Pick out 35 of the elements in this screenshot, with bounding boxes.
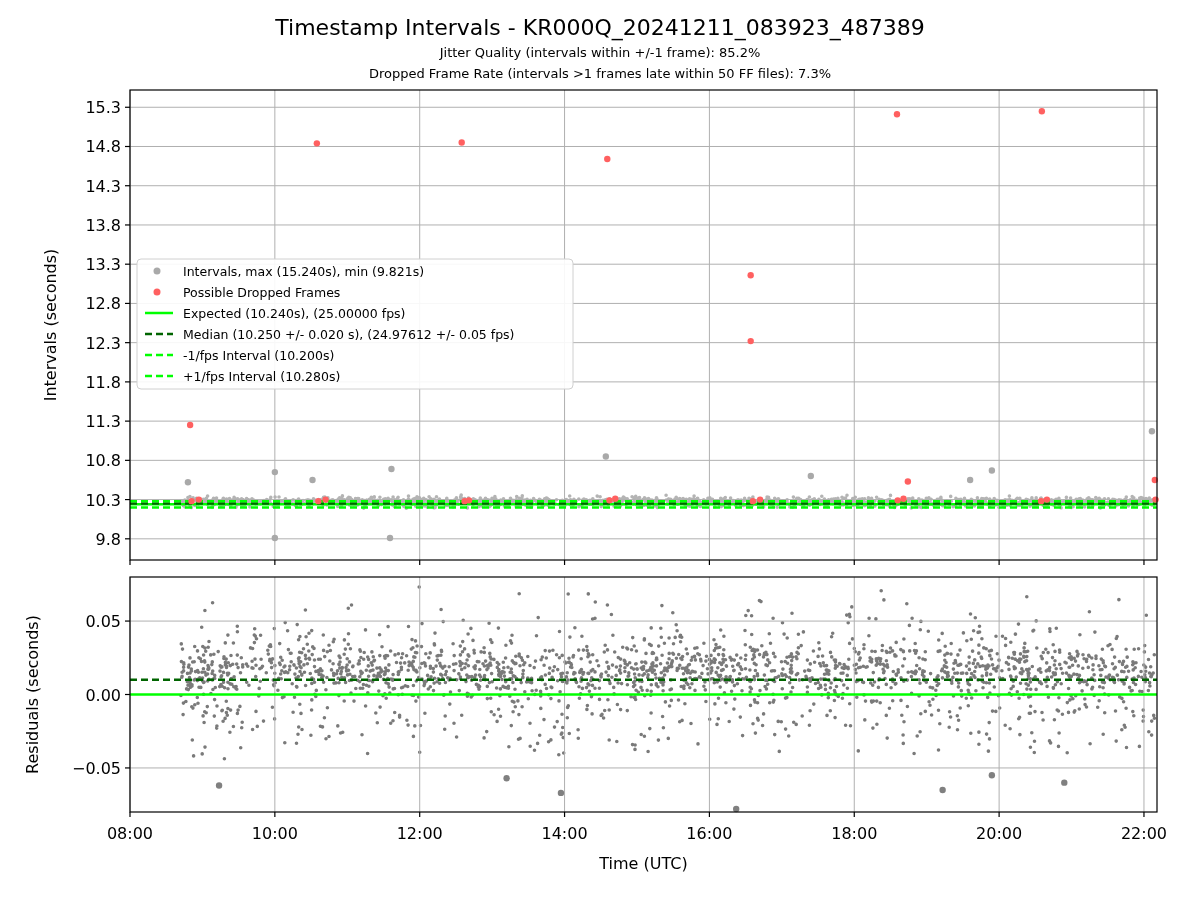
- y-axis-label: Residuals (seconds): [23, 615, 42, 774]
- y-tick-label: 11.3: [85, 412, 121, 432]
- y-tick-label: 13.3: [85, 255, 121, 275]
- y-tick-label: 9.8: [95, 529, 121, 549]
- y-tick-label: 12.3: [85, 333, 121, 353]
- legend-label: Expected (10.240s), (25.00000 fps): [183, 305, 406, 321]
- y-tick-label: 0.00: [85, 685, 121, 705]
- y-tick-label: 10.3: [85, 490, 121, 510]
- x-tick-label: 16:00: [686, 824, 733, 843]
- x-tick-label: 08:00: [106, 824, 154, 843]
- y-tick-label: 14.8: [85, 137, 121, 157]
- legend-label: Intervals, max (15.240s), min (9.821s): [183, 263, 425, 279]
- x-tick-label: 22:00: [1120, 824, 1167, 843]
- x-tick-label: 20:00: [976, 824, 1023, 843]
- chart-title: Timestamp Intervals - KR000Q_20241211_083923_487389: [275, 14, 925, 42]
- y-tick-label: 13.8: [85, 215, 121, 235]
- y-tick-label: 11.8: [85, 372, 121, 392]
- x-tick-label: 18:00: [831, 824, 878, 843]
- y-tick-label: 12.8: [85, 294, 121, 314]
- legend-label: Median (10.250 +/- 0.020 s), (24.97612 +/- 0.05 fps): [183, 326, 515, 342]
- x-axis-label: Time (UTC): [599, 854, 688, 873]
- y-axis-label: Intervals (seconds): [41, 248, 60, 402]
- x-tick-label: 14:00: [541, 824, 588, 843]
- legend-label: -1/fps Interval (10.200s): [183, 347, 335, 363]
- y-tick-label: 10.8: [85, 451, 121, 471]
- y-tick-label: 14.3: [85, 176, 121, 196]
- chart-subtitle: Jitter Quality (intervals within +/-1 frame): 85.2%: [439, 44, 761, 62]
- x-tick-label: 10:00: [251, 824, 298, 843]
- legend-label: +1/fps Interval (10.280s): [183, 368, 341, 384]
- y-tick-label: 15.3: [85, 98, 121, 118]
- legend-label: Possible Dropped Frames: [183, 284, 341, 300]
- x-tick-label: 12:00: [396, 824, 443, 843]
- chart-subtitle: Dropped Frame Rate (intervals >1 frames late within 50 FF files): 7.3%: [368, 65, 832, 83]
- y-tick-label: −0.05: [71, 758, 121, 778]
- y-tick-label: 0.05: [85, 612, 121, 632]
